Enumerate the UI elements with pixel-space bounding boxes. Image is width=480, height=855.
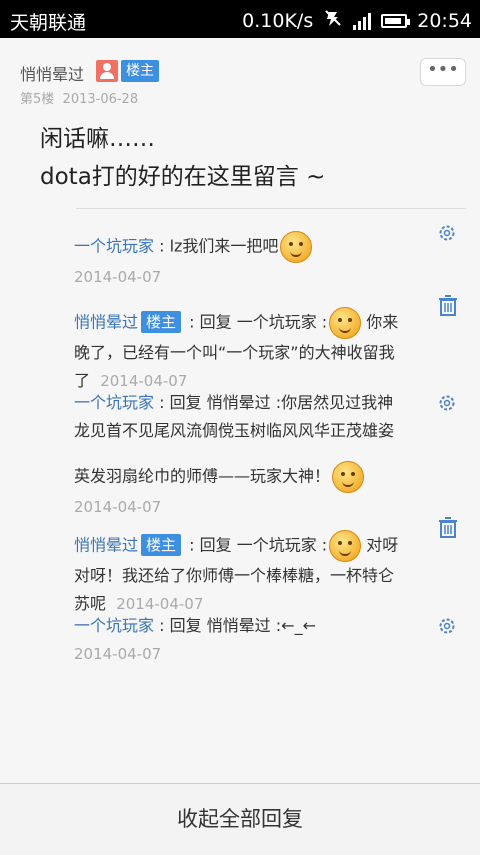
user-icon [96,60,118,82]
gear-icon[interactable] [437,223,457,243]
reply-time: 2014-04-07 [74,645,162,663]
collapse-all-replies-button[interactable]: 收起全部回复 [0,783,480,855]
reply-user[interactable]: 悄悄晕过 [74,536,138,555]
reply-target[interactable]: 一个坑玩家 [237,313,317,332]
reply-separator: : [316,535,328,555]
owner-badge: 楼主 [141,310,182,333]
reply-user[interactable]: 一个坑玩家 [74,616,154,635]
post-body: 闲话嘛…… dota打的好的在这里留言 ~ [40,120,325,196]
trash-icon[interactable] [438,517,458,539]
reply-prefix: : 回复 [184,312,237,332]
post-body-line: dota打的好的在这里留言 ~ [40,164,326,190]
reply-text: 对呀 [361,535,399,555]
reply-target[interactable]: 悄悄晕过 [207,393,271,412]
reply-text: 苏呢 [74,594,107,613]
reply-time: 2014-04-07 [100,372,188,390]
battery-icon [381,13,411,28]
post-meta: 第5楼 2013-06-28 [20,88,138,107]
carrier-name: 天朝联通 [10,12,87,34]
reply-prefix: : 回复 [184,535,237,555]
trash-icon[interactable] [438,295,458,317]
reply-target[interactable]: 一个坑玩家 [237,536,317,555]
gear-icon[interactable] [437,393,457,413]
reply-user[interactable]: 悄悄晕过 [74,313,138,332]
reply-item[interactable]: 悄悄晕过 楼主 : 回复 一个坑玩家 : 你来 晚了，已经有一个叫“一个玩家”的大… [74,307,440,395]
crying-emoji-icon [332,461,365,493]
reply-item[interactable]: 一个坑玩家 : lz我们来一把吧 2014-04-07 [74,231,440,291]
reply-text: 对呀！我还给了你师傅一个棒棒糖，一杯特仑 [74,566,395,585]
reply-item[interactable]: 一个坑玩家 : 回复 悄悄晕过 :你居然见过我神 龙见首不见尾风流倜傥玉树临风风… [74,389,440,521]
reply-separator: : [154,236,165,256]
reply-separator: : [270,616,282,635]
network-speed: 0.10K/s [242,9,314,32]
reply-target[interactable]: 悄悄晕过 [207,616,271,635]
status-bar: 天朝联通 0.10K/s 20:54 [0,0,480,38]
post-date: 2013-06-28 [62,92,139,107]
smile-emoji-icon [329,307,362,339]
floor-number: 第5楼 [20,92,55,107]
reply-text: lz我们来一把吧 [164,236,279,256]
reply-text: 了 [74,371,91,390]
reply-text: 你来 [361,312,399,332]
reply-time: 2014-04-07 [74,268,162,286]
reply-text: 晚了，已经有一个叫“一个玩家”的大神收留我 [74,343,395,362]
owner-badge: 楼主 [141,533,182,556]
reply-separator: : [270,393,282,412]
reply-user[interactable]: 一个坑玩家 [74,237,154,256]
reply-text: 英发羽扇纶巾的师傅——玩家大神！ [74,466,331,486]
smirk-emoji-icon [280,231,313,263]
reply-item[interactable]: 一个坑玩家 : 回复 悄悄晕过 :←_← 2014-04-07 [74,612,440,668]
divider [76,208,466,209]
gear-icon[interactable] [437,616,457,636]
reply-user[interactable]: 一个坑玩家 [74,393,154,412]
reply-time: 2014-04-07 [116,595,204,613]
reply-time: 2014-04-07 [74,498,162,516]
signal-icon [353,12,372,30]
clock: 20:54 [417,9,472,32]
reply-prefix: : 回复 [154,393,207,412]
reply-separator: : [316,312,328,332]
more-button[interactable]: ••• [420,58,466,86]
post-body-line: 闲话嘛…… [40,126,155,152]
reply-item[interactable]: 悄悄晕过 楼主 : 回复 一个坑玩家 : 对呀 对呀！我还给了你师傅一个棒棒糖，一… [74,530,440,618]
reply-text: 你居然见过我神 [281,393,394,412]
mute-icon [323,8,343,33]
post-author[interactable]: 悄悄晕过 [20,61,84,85]
reply-prefix: : 回复 [154,616,207,635]
owner-badge: 楼主 [121,60,159,82]
reply-text: 龙见首不见尾风流倜傥玉树临风风华正茂雄姿 [74,421,395,440]
reply-text: ←_← [281,616,316,635]
shy-emoji-icon [329,530,362,562]
